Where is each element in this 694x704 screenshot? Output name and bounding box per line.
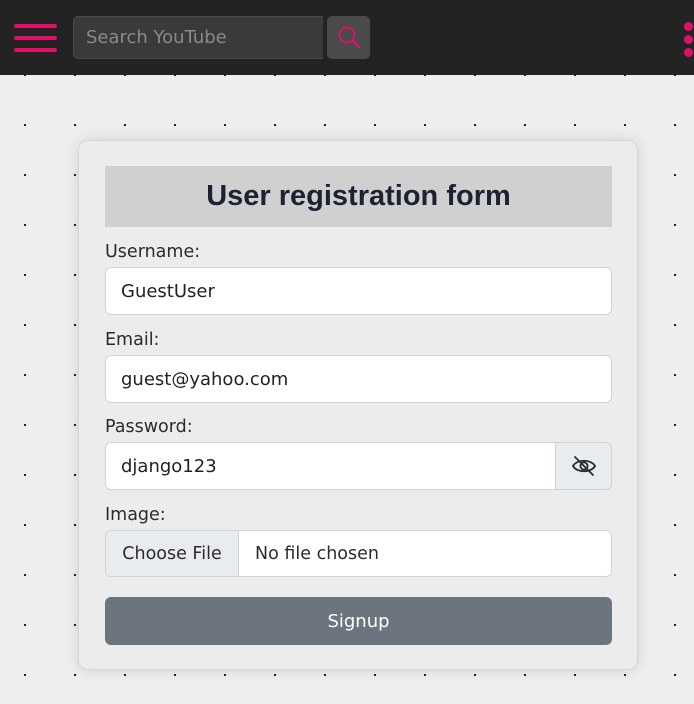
search-input[interactable] xyxy=(73,16,323,59)
email-field[interactable] xyxy=(105,355,612,403)
password-visibility-toggle[interactable] xyxy=(555,442,612,490)
username-field[interactable] xyxy=(105,267,612,315)
kebab-menu-icon[interactable] xyxy=(684,22,694,57)
password-field[interactable] xyxy=(105,442,556,490)
email-label: Email: xyxy=(105,330,160,350)
username-label: Username: xyxy=(105,242,201,262)
form-title: User registration form xyxy=(105,166,612,227)
search-icon xyxy=(338,26,360,48)
eye-slash-icon xyxy=(571,456,596,476)
image-file-input[interactable]: Choose File No file chosen xyxy=(105,530,612,577)
signup-button[interactable]: Signup xyxy=(105,597,612,645)
registration-card: User registration form Username: Email: … xyxy=(78,140,638,670)
image-label: Image: xyxy=(105,505,166,525)
choose-file-button[interactable]: Choose File xyxy=(106,531,239,576)
password-label: Password: xyxy=(105,417,193,437)
search-button[interactable] xyxy=(327,16,370,59)
top-navbar xyxy=(0,0,694,75)
file-status-text: No file chosen xyxy=(255,543,379,564)
hamburger-menu-icon[interactable] xyxy=(14,24,57,52)
